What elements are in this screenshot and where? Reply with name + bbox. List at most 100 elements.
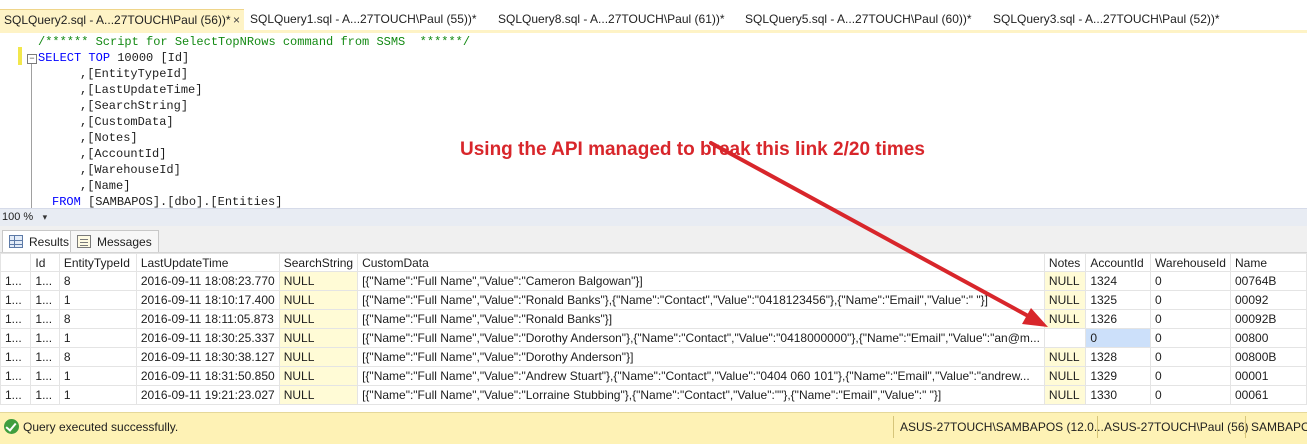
cell-id[interactable]: 1... [30,328,60,348]
cell-name[interactable]: 00092B [1230,309,1307,329]
cell-id[interactable]: 1... [30,385,60,405]
cell-entitytypeid[interactable]: 8 [58,309,137,329]
cell-searchstring[interactable]: NULL [278,290,359,310]
cell-lastupdatetime[interactable]: 2016-09-11 18:10:17.400 [135,290,280,310]
row-number[interactable]: 1... [0,309,32,329]
zoom-dropdown[interactable]: 100 % ▾ [2,209,47,225]
keyword-select: SELECT [38,51,82,65]
table-row[interactable]: 1... 1... 1 2016-09-11 18:10:17.400 NULL… [0,290,1307,310]
cell-customdata[interactable]: [{"Name":"Full Name","Value":"Dorothy An… [357,347,1045,367]
cell-id[interactable]: 1... [30,309,60,329]
column-header-entitytypeid[interactable]: EntityTypeId [58,253,137,272]
cell-warehouseid[interactable]: 0 [1150,366,1231,386]
tab-sqlquery2[interactable]: SQLQuery2.sql - A...27TOUCH\Paul (56))* … [0,9,244,30]
cell-id[interactable]: 1... [30,366,60,386]
row-number[interactable]: 1... [0,290,32,310]
table-row[interactable]: 1... 1... 1 2016-09-11 18:31:50.850 NULL… [0,366,1307,386]
horizontal-scrollbar[interactable] [62,211,1302,224]
tab-sqlquery8[interactable]: SQLQuery8.sql - A...27TOUCH\Paul (61))* [494,9,734,30]
cell-notes[interactable]: NULL [1043,290,1087,310]
cell-warehouseid[interactable]: 0 [1150,271,1231,291]
column-header-accountid[interactable]: AccountId [1085,253,1152,272]
cell-name[interactable]: 00800B [1230,347,1307,367]
cell-id[interactable]: 1... [30,271,60,291]
cell-lastupdatetime[interactable]: 2016-09-11 18:08:23.770 [135,271,280,291]
cell-lastupdatetime[interactable]: 2016-09-11 18:30:25.337 [135,328,280,348]
cell-name[interactable]: 00061 [1230,385,1307,405]
table-row[interactable]: 1... 1... 1 2016-09-11 19:21:23.027 NULL… [0,385,1307,405]
cell-entitytypeid[interactable]: 1 [58,290,137,310]
row-number-header[interactable] [0,253,32,272]
cell-accountid[interactable]: 1330 [1085,385,1152,405]
cell-warehouseid[interactable]: 0 [1150,309,1231,329]
cell-notes[interactable]: NULL [1043,309,1087,329]
cell-accountid[interactable]: 1326 [1085,309,1152,329]
tab-results[interactable]: Results [2,230,77,252]
tab-sqlquery5[interactable]: SQLQuery5.sql - A...27TOUCH\Paul (60))* [741,9,981,30]
cell-searchstring[interactable]: NULL [278,309,359,329]
tab-sqlquery3[interactable]: SQLQuery3.sql - A...27TOUCH\Paul (52))* [989,9,1229,30]
cell-id[interactable]: 1... [30,347,60,367]
column-header-lastupdatetime[interactable]: LastUpdateTime [135,253,280,272]
column-header-name[interactable]: Name [1230,253,1307,272]
cell-lastupdatetime[interactable]: 2016-09-11 18:11:05.873 [135,309,280,329]
cell-customdata[interactable]: [{"Name":"Full Name","Value":"Lorraine S… [357,385,1045,405]
cell-accountid-selected[interactable]: 0 [1085,328,1152,348]
cell-accountid[interactable]: 1329 [1085,366,1152,386]
table-row[interactable]: 1... 1... 8 2016-09-11 18:08:23.770 NULL… [0,271,1307,291]
row-number[interactable]: 1... [0,347,32,367]
cell-lastupdatetime[interactable]: 2016-09-11 18:30:38.127 [135,347,280,367]
row-number[interactable]: 1... [0,271,32,291]
table-row[interactable]: 1... 1... 1 2016-09-11 18:30:25.337 NULL… [0,328,1307,348]
cell-searchstring[interactable]: NULL [278,328,359,348]
cell-warehouseid[interactable]: 0 [1150,385,1231,405]
cell-accountid[interactable]: 1325 [1085,290,1152,310]
cell-accountid[interactable]: 1324 [1085,271,1152,291]
cell-customdata[interactable]: [{"Name":"Full Name","Value":"Andrew Stu… [357,366,1045,386]
cell-name[interactable]: 00001 [1230,366,1307,386]
cell-notes[interactable]: NULL [1043,271,1087,291]
cell-notes[interactable]: NULL [1043,385,1087,405]
query-editor[interactable]: − /****** Script for SelectTopNRows comm… [0,33,1307,208]
cell-customdata[interactable]: [{"Name":"Full Name","Value":"Ronald Ban… [357,290,1045,310]
cell-accountid[interactable]: 1328 [1085,347,1152,367]
column-header-id[interactable]: Id [30,253,60,272]
cell-notes[interactable]: NULL [1043,366,1087,386]
cell-searchstring[interactable]: NULL [278,347,359,367]
cell-id[interactable]: 1... [30,290,60,310]
row-number[interactable]: 1... [0,366,32,386]
cell-lastupdatetime[interactable]: 2016-09-11 18:31:50.850 [135,366,280,386]
cell-searchstring[interactable]: NULL [278,366,359,386]
column-header-searchstring[interactable]: SearchString [278,253,359,272]
column-header-notes[interactable]: Notes [1043,253,1087,272]
table-row[interactable]: 1... 1... 8 2016-09-11 18:11:05.873 NULL… [0,309,1307,329]
cell-customdata[interactable]: [{"Name":"Full Name","Value":"Dorothy An… [357,328,1045,348]
cell-warehouseid[interactable]: 0 [1150,290,1231,310]
cell-warehouseid[interactable]: 0 [1150,328,1231,348]
table-row[interactable]: 1... 1... 8 2016-09-11 18:30:38.127 NULL… [0,347,1307,367]
cell-entitytypeid[interactable]: 1 [58,366,137,386]
cell-entitytypeid[interactable]: 1 [58,328,137,348]
close-tab-icon[interactable]: × [233,10,240,31]
cell-notes[interactable]: NULL [1043,347,1087,367]
cell-name[interactable]: 00764B [1230,271,1307,291]
cell-searchstring[interactable]: NULL [278,385,359,405]
cell-name[interactable]: 00092 [1230,290,1307,310]
cell-entitytypeid[interactable]: 1 [58,385,137,405]
cell-searchstring[interactable]: NULL [278,271,359,291]
cell-entitytypeid[interactable]: 8 [58,347,137,367]
cell-notes[interactable] [1043,328,1087,348]
tab-messages[interactable]: Messages [70,230,159,252]
cell-name[interactable]: 00800 [1230,328,1307,348]
tab-sqlquery1[interactable]: SQLQuery1.sql - A...27TOUCH\Paul (55))* [246,9,486,30]
chevron-down-icon[interactable]: ▾ [43,209,48,225]
column-header-warehouseid[interactable]: WarehouseId [1150,253,1231,272]
cell-customdata[interactable]: [{"Name":"Full Name","Value":"Cameron Ba… [357,271,1045,291]
cell-lastupdatetime[interactable]: 2016-09-11 19:21:23.027 [135,385,280,405]
row-number[interactable]: 1... [0,328,32,348]
column-header-customdata[interactable]: CustomData [357,253,1045,272]
cell-customdata[interactable]: [{"Name":"Full Name","Value":"Ronald Ban… [357,309,1045,329]
row-number[interactable]: 1... [0,385,32,405]
cell-entitytypeid[interactable]: 8 [58,271,137,291]
cell-warehouseid[interactable]: 0 [1150,347,1231,367]
